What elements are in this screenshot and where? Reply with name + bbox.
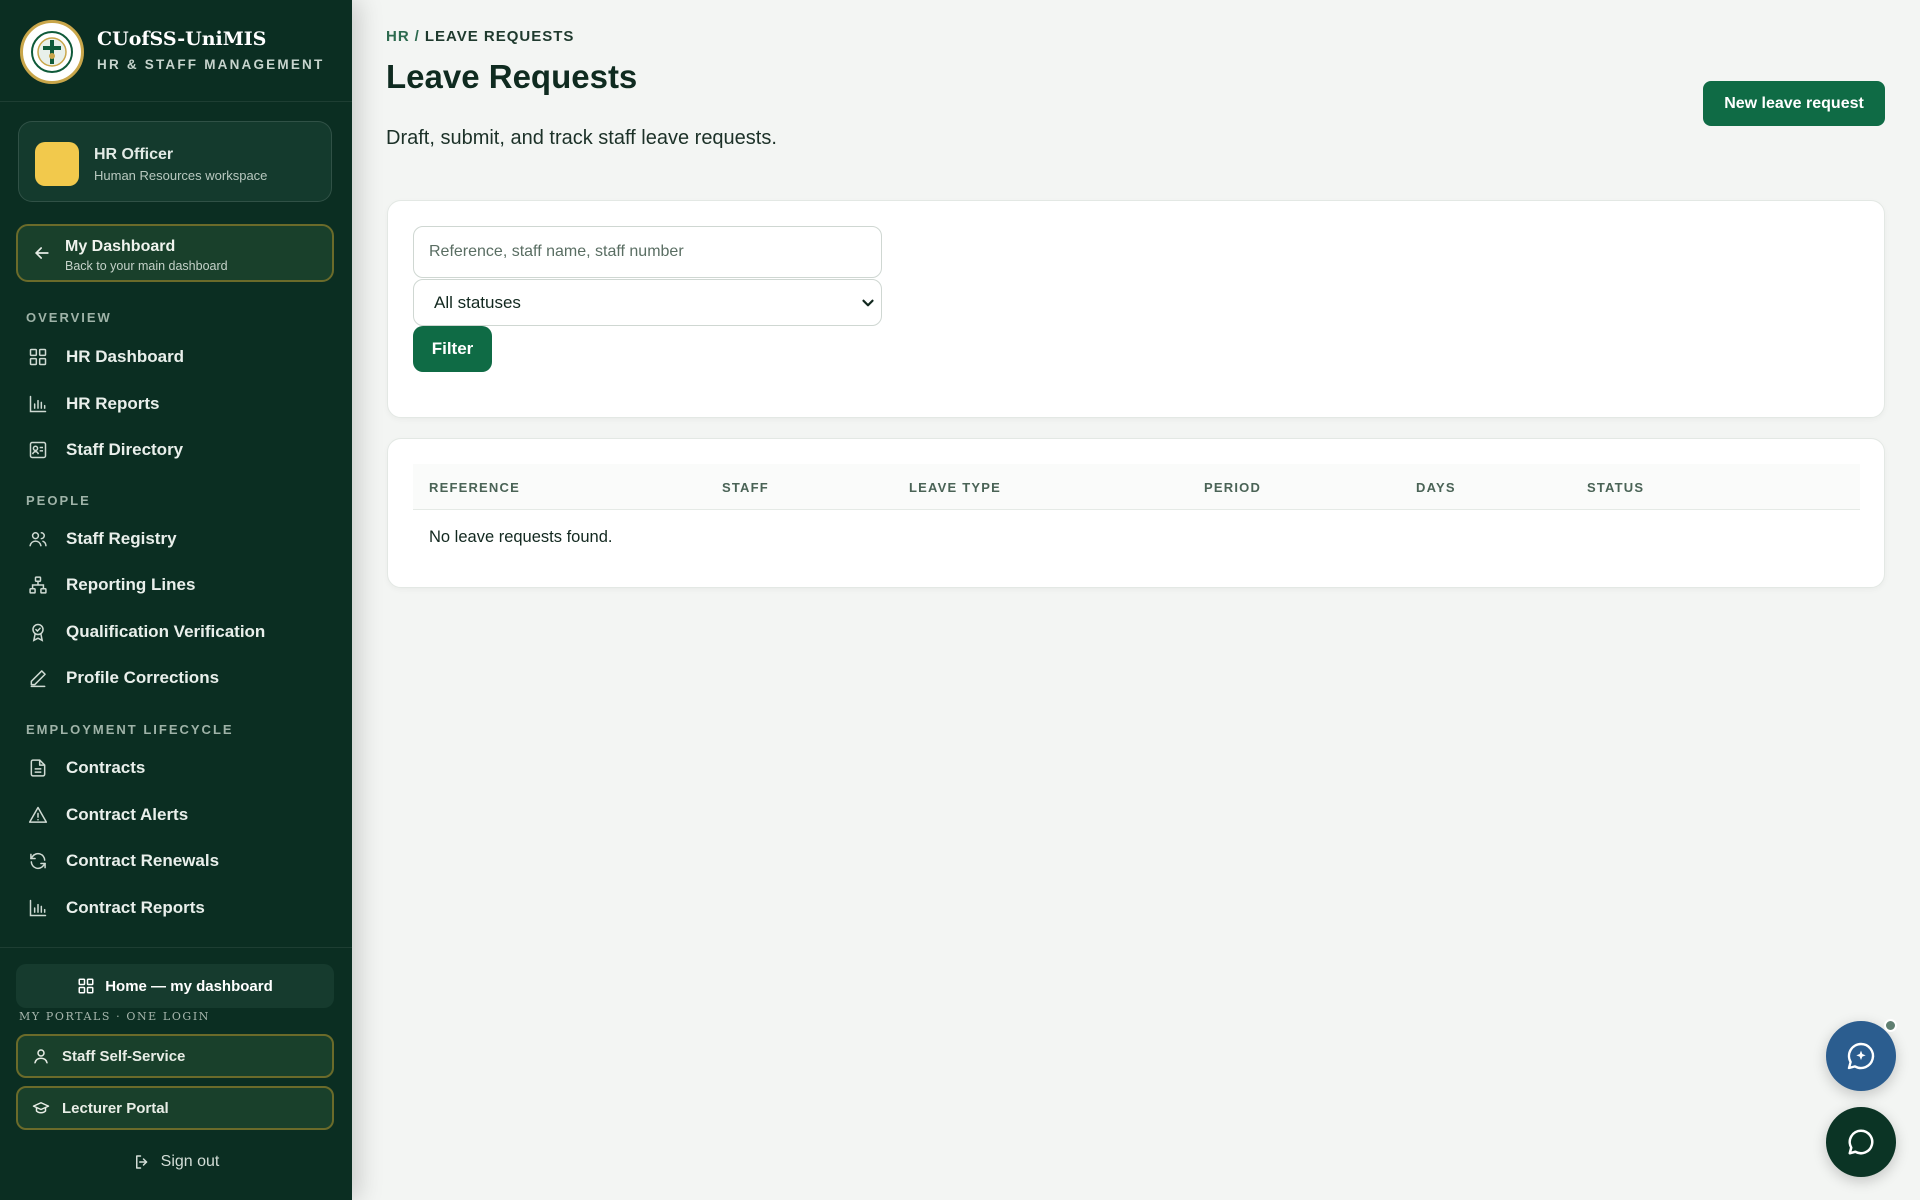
column-header-status: STATUS: [1587, 480, 1645, 495]
brand-subtitle: HR & STAFF MANAGEMENT: [97, 57, 325, 72]
filter-button[interactable]: Filter: [413, 326, 492, 372]
my-dashboard-subtitle: Back to your main dashboard: [65, 259, 228, 273]
document-icon: [26, 756, 50, 780]
filter-card: All statuses Filter: [387, 200, 1885, 418]
staff-self-service-button[interactable]: Staff Self-Service: [16, 1034, 334, 1078]
sidebar-item-label: Profile Corrections: [66, 668, 220, 687]
role-card: HR Officer Human Resources workspace: [18, 121, 332, 202]
sidebar-item-label: HR Dashboard: [66, 347, 185, 366]
sparkle-chat-icon: [1845, 1040, 1877, 1072]
sign-out-label: Sign out: [160, 1153, 220, 1170]
page-title: Leave Requests: [386, 58, 638, 95]
leave-requests-table: REFERENCE STAFF LEAVE TYPE PERIOD DAYS S…: [387, 438, 1885, 588]
my-dashboard-title: My Dashboard: [65, 238, 176, 255]
warning-icon: [26, 803, 50, 827]
sidebar-item-reporting-lines[interactable]: Reporting Lines: [16, 565, 336, 605]
sidebar-nav[interactable]: OVERVIEW HR Dashboard HR Reports Staff D…: [0, 296, 352, 948]
portals-label: MY PORTALS · ONE LOGIN: [19, 1010, 210, 1023]
table-header: REFERENCE STAFF LEAVE TYPE PERIOD DAYS S…: [413, 464, 1860, 510]
ai-assistant-button[interactable]: [1826, 1021, 1896, 1091]
chevron-down-icon: [859, 294, 877, 317]
search-input[interactable]: [413, 226, 882, 278]
sidebar-item-staff-directory[interactable]: Staff Directory: [16, 430, 336, 470]
user-icon: [32, 1047, 50, 1065]
portal-label: Staff Self-Service: [62, 1047, 186, 1065]
my-dashboard-button[interactable]: My Dashboard Back to your main dashboard: [16, 224, 334, 282]
sidebar-item-contract-alerts[interactable]: Contract Alerts: [16, 795, 336, 835]
grid-icon: [77, 977, 95, 995]
nav-section-employment-lifecycle: EMPLOYMENT LIFECYCLE: [26, 722, 234, 737]
sidebar-item-contract-reports[interactable]: Contract Reports: [16, 888, 336, 928]
status-select-value: All statuses: [434, 292, 521, 312]
sidebar-item-label: Contracts: [66, 758, 146, 777]
column-header-days: DAYS: [1416, 480, 1456, 495]
chat-button[interactable]: [1826, 1107, 1896, 1177]
users-icon: [26, 527, 50, 551]
new-leave-request-button[interactable]: New leave request: [1703, 81, 1885, 126]
graduation-cap-icon: [32, 1099, 50, 1117]
contact-card-icon: [26, 438, 50, 462]
refresh-icon: [26, 849, 50, 873]
role-subtitle: Human Resources workspace: [94, 168, 268, 183]
chat-bubble-icon: [1846, 1127, 1876, 1157]
role-title: HR Officer: [94, 146, 174, 163]
nav-section-overview: OVERVIEW: [26, 310, 112, 325]
empty-table-message: No leave requests found.: [429, 528, 613, 546]
column-header-reference: REFERENCE: [429, 480, 520, 495]
bar-chart-icon: [26, 392, 50, 416]
home-dashboard-label: Home — my dashboard: [105, 977, 273, 995]
breadcrumb-root[interactable]: HR: [386, 28, 410, 45]
breadcrumb: HR / LEAVE REQUESTS: [386, 28, 574, 45]
avatar: [35, 142, 79, 186]
sidebar-item-qualification-verification[interactable]: Qualification Verification: [16, 612, 336, 652]
column-header-period: PERIOD: [1204, 480, 1262, 495]
org-chart-icon: [26, 573, 50, 597]
sign-out-button[interactable]: Sign out: [0, 1150, 352, 1174]
breadcrumb-current: LEAVE REQUESTS: [424, 28, 575, 45]
pencil-icon: [26, 666, 50, 690]
brand-header: CUofSS-UniMIS HR & STAFF MANAGEMENT: [0, 0, 352, 102]
sidebar-item-label: Contract Reports: [66, 898, 205, 917]
sidebar-item-staff-registry[interactable]: Staff Registry: [16, 519, 336, 559]
column-header-leave-type: LEAVE TYPE: [909, 480, 1001, 495]
sidebar-item-label: Staff Directory: [66, 440, 184, 459]
award-icon: [26, 620, 50, 644]
portal-label: Lecturer Portal: [62, 1099, 169, 1117]
home-dashboard-button[interactable]: Home — my dashboard: [16, 964, 334, 1008]
notification-dot: [1884, 1019, 1897, 1032]
lecturer-portal-button[interactable]: Lecturer Portal: [16, 1086, 334, 1130]
grid-icon: [26, 345, 50, 369]
arrow-left-icon: [32, 243, 52, 268]
breadcrumb-separator: /: [414, 28, 420, 45]
page-description: Draft, submit, and track staff leave req…: [386, 127, 777, 149]
sidebar-item-label: HR Reports: [66, 394, 160, 413]
sidebar-item-label: Contract Renewals: [66, 851, 220, 870]
sidebar-item-label: Qualification Verification: [66, 622, 266, 641]
bar-chart-icon: [26, 896, 50, 920]
sidebar-item-label: Staff Registry: [66, 529, 177, 548]
sidebar-item-hr-reports[interactable]: HR Reports: [16, 384, 336, 424]
sidebar-item-contracts[interactable]: Contracts: [16, 748, 336, 788]
sidebar-item-hr-dashboard[interactable]: HR Dashboard: [16, 337, 336, 377]
sidebar-item-label: Contract Alerts: [66, 805, 189, 824]
brand-name: CUofSS-UniMIS: [97, 28, 267, 50]
status-select[interactable]: All statuses: [413, 279, 882, 326]
sidebar-item-label: Reporting Lines: [66, 575, 196, 594]
sidebar: CUofSS-UniMIS HR & STAFF MANAGEMENT HR O…: [0, 0, 352, 1200]
logout-icon: [133, 1153, 151, 1171]
university-logo: [20, 20, 84, 84]
nav-section-people: PEOPLE: [26, 493, 91, 508]
column-header-staff: STAFF: [722, 480, 769, 495]
sidebar-item-contract-renewals[interactable]: Contract Renewals: [16, 841, 336, 881]
sidebar-item-profile-corrections[interactable]: Profile Corrections: [16, 658, 336, 698]
